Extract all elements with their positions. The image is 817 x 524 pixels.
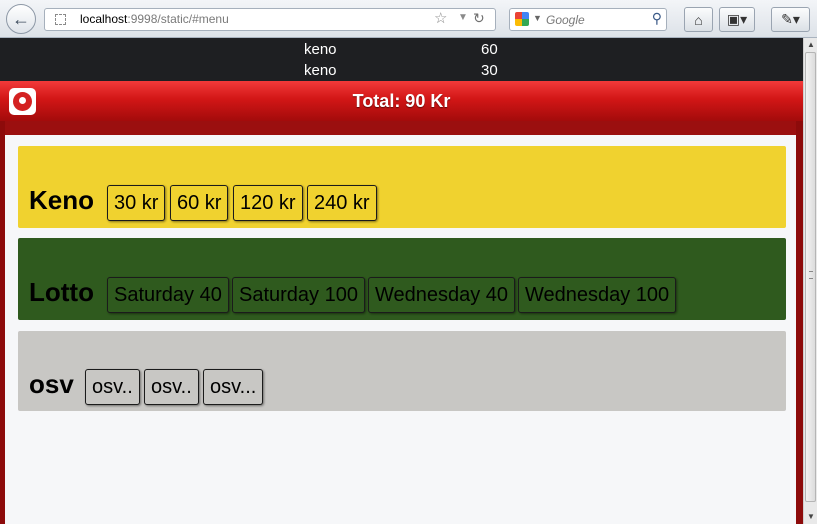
reload-icon[interactable]: ↻ (473, 10, 485, 27)
search-engine-dropdown-icon[interactable]: ▼ (533, 13, 542, 23)
frame-right (796, 121, 803, 524)
google-icon[interactable] (515, 12, 529, 26)
home-button[interactable]: ⌂ (684, 7, 713, 32)
keno-section: Keno 30 kr 60 kr 120 kr 240 kr (18, 146, 786, 228)
url-text: localhost:9998/static/#menu (80, 12, 229, 26)
browser-toolbar: ← localhost:9998/static/#menu ☆ ▼ ↻ ▼ Go… (0, 0, 817, 38)
magnifier-icon[interactable]: ⚲ (652, 10, 662, 27)
osv-button-3[interactable]: osv... (203, 369, 264, 405)
back-arrow-icon: ← (12, 8, 30, 29)
url-bar[interactable]: localhost:9998/static/#menu ☆ ▼ ↻ (44, 8, 496, 31)
star-icon[interactable]: ☆ (434, 9, 447, 27)
order-row: keno 30 (0, 62, 803, 82)
bookmarks-button[interactable]: ▣▾ (719, 7, 755, 32)
chevron-down-icon[interactable]: ▼ (458, 12, 468, 23)
menu-content: Keno 30 kr 60 kr 120 kr 240 kr Lotto Sat… (5, 135, 796, 524)
order-name: keno (304, 41, 337, 58)
lotto-saturday-100-button[interactable]: Saturday 100 (232, 277, 365, 313)
section-title: osv (29, 369, 74, 399)
order-amount: 30 (481, 62, 498, 79)
osv-section: osv osv.. osv.. osv... (18, 331, 786, 411)
back-button[interactable]: ← (6, 4, 36, 34)
order-list: keno 60 keno 30 (0, 38, 803, 81)
addon-button[interactable]: ✎▾ (771, 7, 810, 32)
section-title: Lotto (29, 277, 94, 307)
search-placeholder: Google (546, 13, 585, 27)
order-name: keno (304, 62, 337, 79)
site-identity-icon[interactable] (55, 14, 66, 25)
keno-30-button[interactable]: 30 kr (107, 185, 166, 221)
osv-button-1[interactable]: osv.. (85, 369, 140, 405)
lotto-wednesday-100-button[interactable]: Wednesday 100 (518, 277, 677, 313)
order-row: keno 60 (0, 41, 803, 61)
keno-60-button[interactable]: 60 kr (170, 185, 229, 221)
order-amount: 60 (481, 41, 498, 58)
search-bar[interactable]: ▼ Google ⚲ (509, 8, 667, 31)
scroll-down-icon[interactable]: ▼ (805, 510, 817, 524)
frame-top (5, 121, 796, 135)
keno-240-button[interactable]: 240 kr (307, 185, 377, 221)
total-label: Total: 90 Kr (352, 91, 451, 111)
scroll-up-icon[interactable]: ▲ (805, 38, 817, 52)
page-viewport: keno 60 keno 30 Total: 90 Kr Keno 30 kr … (0, 38, 803, 524)
bookmarks-icon: ▣▾ (726, 11, 748, 27)
keno-120-button[interactable]: 120 kr (233, 185, 303, 221)
osv-button-2[interactable]: osv.. (144, 369, 199, 405)
scroll-thumb[interactable] (805, 52, 816, 502)
addon-icon: ✎▾ (781, 11, 800, 27)
lotto-wednesday-40-button[interactable]: Wednesday 40 (368, 277, 516, 313)
lotto-saturday-40-button[interactable]: Saturday 40 (107, 277, 229, 313)
lotto-section: Lotto Saturday 40 Saturday 100 Wednesday… (18, 238, 786, 320)
vertical-scrollbar[interactable]: ▲ ▼ (803, 38, 817, 524)
section-title: Keno (29, 185, 94, 215)
home-icon: ⌂ (694, 11, 703, 28)
total-header: Total: 90 Kr (0, 81, 803, 121)
